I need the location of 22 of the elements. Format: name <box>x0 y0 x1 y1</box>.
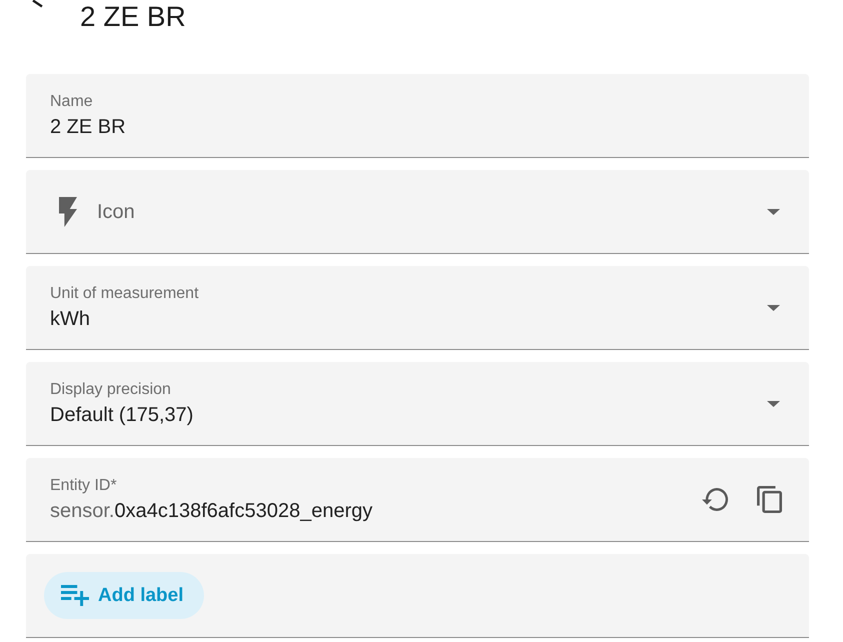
field-value: kWh <box>50 307 90 331</box>
field-value: sensor.0xa4c138f6afc53028_energy <box>50 499 372 523</box>
caret-icon <box>767 400 780 406</box>
icon-picker-field[interactable]: Icon <box>26 170 809 254</box>
field-value: 2 ZE BR <box>50 115 126 139</box>
text-field[interactable]: Name 2 ZE BR <box>26 74 809 158</box>
lightning-bolt-icon <box>59 196 77 226</box>
field-label: Name <box>50 92 93 112</box>
caret-icon <box>767 208 780 214</box>
copy-icon[interactable] <box>757 486 782 513</box>
dropdown-field[interactable]: Unit of measurement kWh <box>26 266 809 350</box>
entity-id-field[interactable]: Entity ID* sensor.0xa4c138f6afc53028_energy <box>26 458 809 542</box>
dropdown-field[interactable]: Display precision Default (175,37) <box>26 362 809 446</box>
refresh-icon[interactable] <box>702 488 728 511</box>
field-label: Display precision <box>50 380 171 400</box>
caret-icon <box>767 304 780 310</box>
field-value: Default (175,37) <box>50 403 194 427</box>
list-plus-icon <box>61 585 89 606</box>
field-label: Icon <box>97 200 135 224</box>
page-title: 2 ZE BR <box>80 1 186 33</box>
field-label: Unit of measurement <box>50 284 199 304</box>
field-label: Entity ID* <box>50 476 117 496</box>
